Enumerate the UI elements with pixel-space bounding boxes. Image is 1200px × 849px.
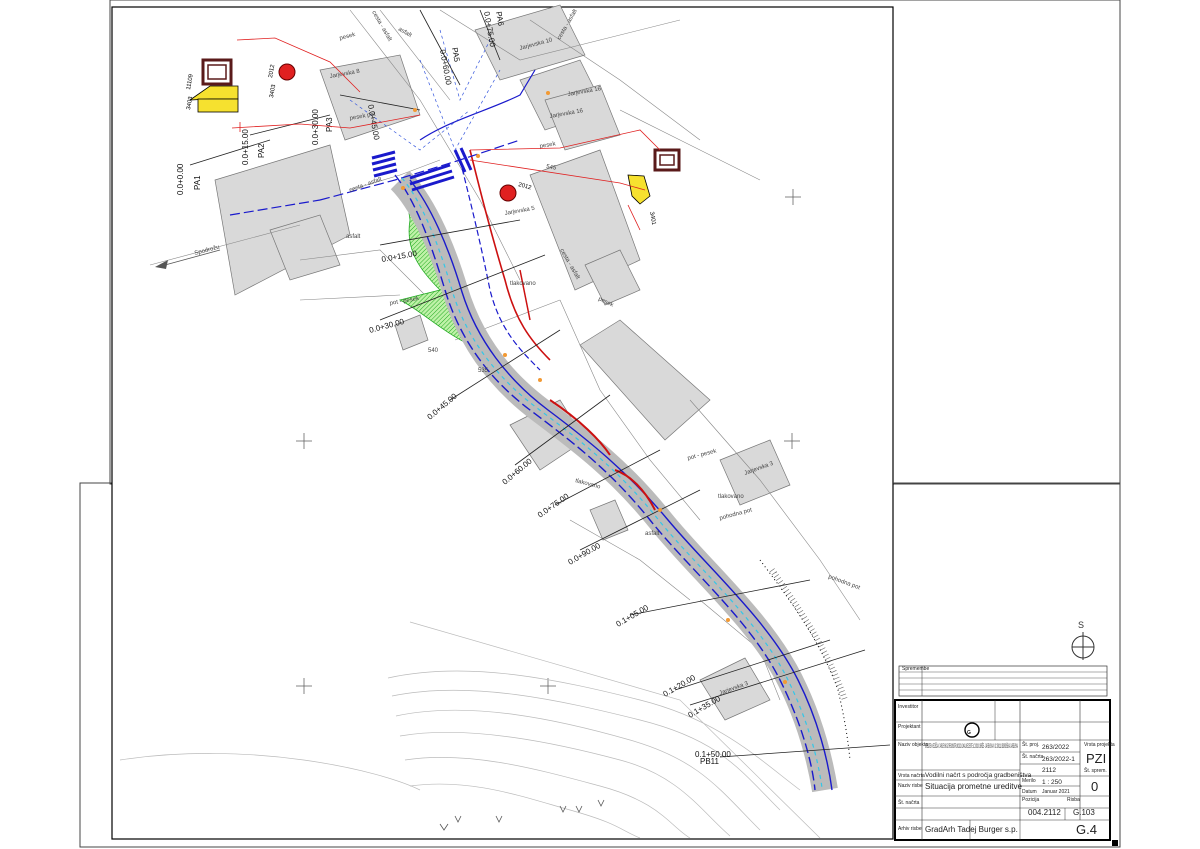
tb-datum-label: Datum <box>1022 789 1037 795</box>
title-block: Investitor Projektant Naziv objekta Vrst… <box>894 699 1115 841</box>
label-contour-540: 540 <box>428 348 439 354</box>
tb-risba: G.103 <box>1073 808 1095 817</box>
tb-st-nacrta: 263/2022-1 <box>1042 756 1075 763</box>
traffic-layout-drawing: PA1 0.0+0.00 PA2 0.0+15.00 PA3 0.0+30.00… <box>79 0 1121 848</box>
tb-vrsta-projekta: PZI <box>1086 751 1106 766</box>
stop-sign-right <box>499 184 517 202</box>
tb-naziv-risbe: Situacija prometne ureditve <box>925 782 1022 791</box>
tb-sprememba-label: Št. sprem. <box>1084 767 1107 774</box>
revisions-header: Spremembe <box>902 666 929 672</box>
station-PB11-chainage: 0.1+50.00 <box>695 750 731 759</box>
tb-row-vrsta-nacrta: Vrsta načrta <box>898 773 925 779</box>
tb-naziv-objekta: UREDITEV VEZIŠČA V JARJEVSKI IZ REKONSTR… <box>925 741 1018 750</box>
label-asfalt-3: asfalt <box>645 531 660 537</box>
tb-st-dela: 2112 <box>1042 767 1056 774</box>
tb-datum: Januar 2021 <box>1042 789 1070 795</box>
revisions-table: Spremembe <box>898 665 1108 697</box>
label-contour-535: 535 <box>478 368 489 374</box>
north-arrow: S <box>1071 620 1095 660</box>
north-arrow-label: S <box>1078 620 1084 630</box>
label-tlakovano-1: tlakovano <box>510 281 536 287</box>
tb-vrsta-projekta-label: Vrsta projekta <box>1084 742 1115 748</box>
drawing-viewport <box>111 6 894 840</box>
station-PA3-chainage: 0.0+30.00 <box>311 109 320 145</box>
station-PA2: PA2 <box>257 143 266 158</box>
tb-st-nacrta-label: Št. načrta <box>1022 753 1044 760</box>
stop-sign-left <box>278 63 296 81</box>
tb-sprememba: 0 <box>1091 779 1098 794</box>
tb-row-arhiv: Arhiv risbe <box>898 826 922 832</box>
tb-vrsta-nacrta: Vodilni načrt s področja gradbeništva <box>925 772 1032 779</box>
sheet-corner-mark <box>1112 840 1118 846</box>
tb-row-projektant: Projektant <box>898 724 921 730</box>
svg-text:G: G <box>967 730 971 736</box>
station-PA2-chainage: 0.0+15.00 <box>241 129 250 165</box>
tb-row-investitor: Investitor <box>898 704 919 710</box>
tb-row-st-nacrta: Št. načrta <box>898 799 920 806</box>
station-PA1-chainage: 0.0+0.00 <box>176 163 185 195</box>
tb-st-projekta: 263/2022 <box>1042 744 1069 751</box>
tb-dwg: 004.2112 <box>1028 808 1061 817</box>
label-asfalt-2: asfalt <box>346 234 361 240</box>
tb-risba-label: Risba <box>1067 797 1080 803</box>
tb-folder: G.4 <box>1076 822 1097 837</box>
tb-dwg-label: Pozicija <box>1022 797 1039 803</box>
label-tlakovano-3: tlakovano <box>718 494 744 500</box>
tb-merilo-label: Merilo <box>1022 778 1036 784</box>
tb-merilo: 1 : 250 <box>1042 779 1062 786</box>
tb-row-naziv-risbe: Naziv risbe <box>898 783 923 789</box>
station-PA1: PA1 <box>193 175 202 190</box>
tb-st-projekta-label: Št. proj. <box>1022 741 1039 748</box>
tb-firm: GradArh Tadej Burger s.p. <box>925 825 1018 834</box>
station-PA3: PA3 <box>325 117 334 132</box>
tb-row-naziv-objekta: Naziv objekta <box>898 742 928 748</box>
